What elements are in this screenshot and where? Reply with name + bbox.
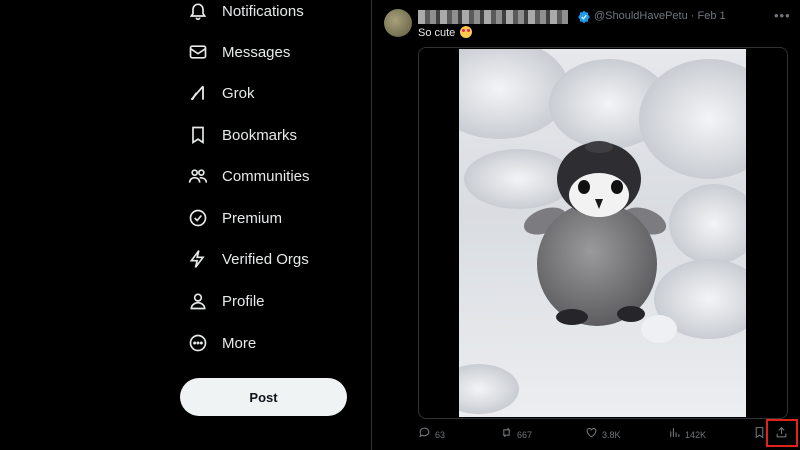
sidebar-item-label: Communities	[222, 167, 310, 185]
people-icon	[186, 164, 210, 188]
sidebar-item-label: Bookmarks	[222, 126, 298, 144]
sidebar-item-verified-orgs[interactable]: Verified Orgs	[186, 241, 309, 277]
sidebar-item-profile[interactable]: Profile	[186, 283, 265, 319]
tweet-text-content: So cute	[418, 27, 456, 39]
sidebar-item-label: Notifications	[222, 2, 304, 20]
sidebar-item-communities[interactable]: Communities	[186, 158, 310, 194]
tweet-text: So cute	[418, 26, 473, 39]
sidebar-item-notifications[interactable]: Notifications	[186, 0, 304, 29]
bell-icon	[186, 0, 210, 23]
like-button[interactable]: 3.8K	[585, 424, 621, 446]
heart-icon	[585, 426, 598, 444]
sidebar-item-more[interactable]: More	[186, 325, 256, 361]
sidebar-item-label: More	[222, 334, 257, 352]
more-circle-icon	[186, 331, 210, 355]
tweet: @ShouldHavePetu · Feb 1 ••• So cute 63 6…	[372, 0, 800, 450]
sidebar-item-grok[interactable]: Grok	[186, 75, 255, 111]
person-icon	[186, 289, 210, 313]
grok-icon	[186, 81, 210, 105]
sidebar-item-label: Grok	[222, 84, 255, 102]
sidebar-item-messages[interactable]: Messages	[186, 34, 290, 70]
penguin-illustration	[459, 49, 746, 414]
blurred-display-name	[418, 10, 568, 24]
sidebar-item-premium[interactable]: Premium	[186, 200, 282, 236]
verified-badge-icon	[577, 10, 591, 24]
repost-icon	[500, 426, 513, 444]
sidebar-nav: Notifications Messages Grok Bookmarks Co…	[0, 0, 372, 450]
avatar[interactable]	[384, 9, 412, 37]
reply-button[interactable]: 63	[418, 424, 445, 446]
repost-button[interactable]: 667	[500, 424, 532, 446]
tweet-media-video[interactable]	[418, 47, 788, 419]
sidebar-item-label: Verified Orgs	[222, 250, 309, 268]
share-button-highlight	[766, 419, 798, 447]
like-count: 3.8K	[602, 430, 621, 440]
lightning-icon	[186, 247, 210, 271]
views-button[interactable]: 142K	[668, 424, 706, 446]
bookmark-icon	[186, 123, 210, 147]
premium-badge-icon	[186, 206, 210, 230]
reply-icon	[418, 426, 431, 444]
sidebar-item-label: Premium	[222, 209, 283, 227]
post-button[interactable]: Post	[180, 378, 347, 416]
smiling-hearts-emoji-icon	[460, 26, 473, 38]
tweet-actions: 63 667 3.8K 142K	[418, 424, 788, 446]
sidebar-item-label: Profile	[222, 292, 265, 310]
envelope-icon	[186, 40, 210, 64]
repost-count: 667	[517, 430, 533, 440]
views-chart-icon	[668, 426, 681, 444]
sidebar-item-bookmarks[interactable]: Bookmarks	[186, 117, 297, 153]
views-count: 142K	[685, 430, 707, 440]
sidebar-item-label: Messages	[222, 43, 291, 61]
penguin-video	[459, 49, 746, 417]
more-options-icon[interactable]: •••	[774, 8, 791, 23]
bookmark-button[interactable]	[753, 424, 766, 446]
bookmark-icon	[753, 426, 766, 444]
reply-count: 63	[435, 430, 446, 440]
tweet-handle-date[interactable]: @ShouldHavePetu · Feb 1	[594, 10, 726, 22]
